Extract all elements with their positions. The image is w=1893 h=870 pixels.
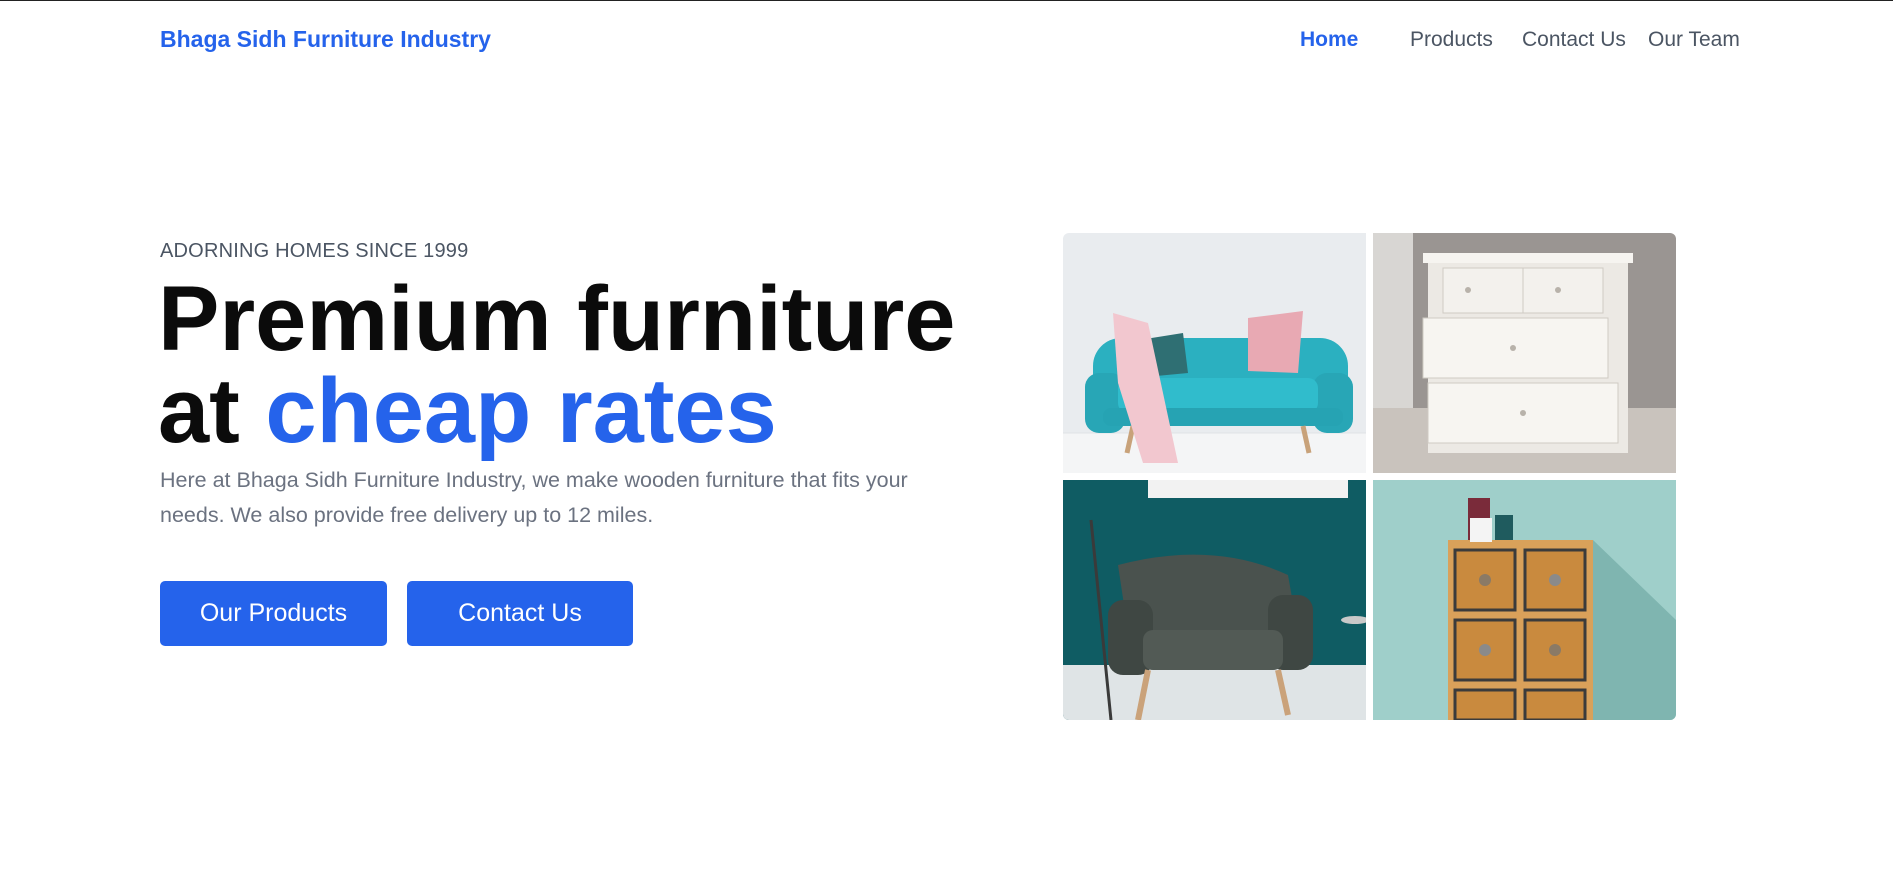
headline-line1: Premium furniture [158, 268, 956, 370]
teal-sofa-image [1063, 233, 1366, 473]
hero-headline: Premium furniture at cheap rates [158, 273, 955, 457]
main-nav: Home Products Contact Us Our Team [0, 28, 1893, 58]
headline-accent: cheap rates [265, 360, 777, 462]
green-armchair-image [1063, 480, 1366, 720]
hero-eyebrow: ADORNING HOMES SINCE 1999 [160, 240, 469, 262]
nav-contact-link[interactable]: Contact Us [1522, 28, 1626, 52]
white-dresser-image [1373, 233, 1676, 473]
wooden-cabinet-image [1373, 480, 1676, 720]
nav-products-link[interactable]: Products [1410, 28, 1493, 52]
headline-prefix: at [158, 360, 240, 462]
nav-home-link[interactable]: Home [1300, 28, 1358, 52]
furniture-gallery [1063, 233, 1676, 720]
hero-description: Here at Bhaga Sidh Furniture Industry, w… [160, 468, 908, 527]
our-products-button[interactable]: Our Products [160, 581, 387, 646]
nav-team-link[interactable]: Our Team [1648, 28, 1740, 52]
contact-us-button[interactable]: Contact Us [407, 581, 633, 646]
